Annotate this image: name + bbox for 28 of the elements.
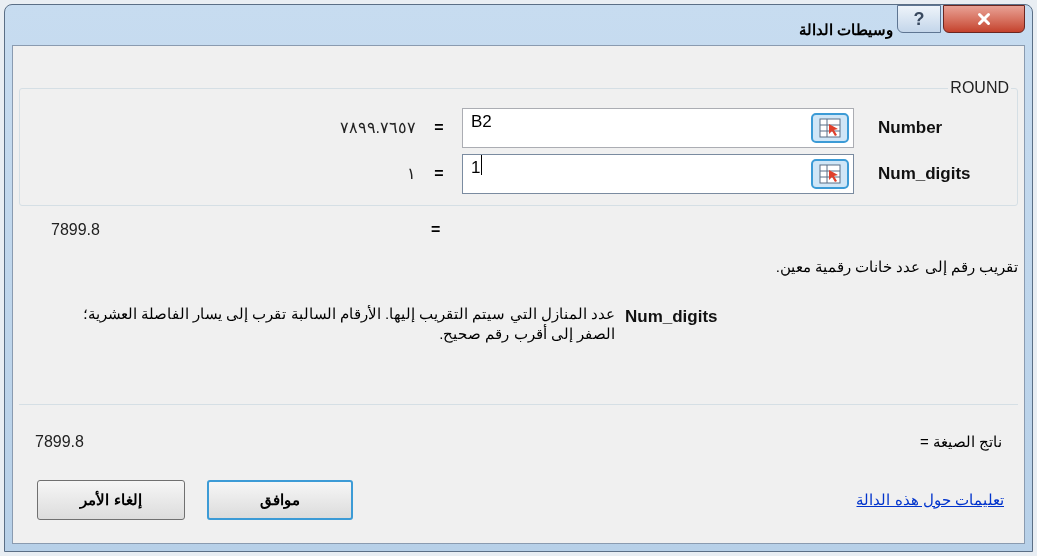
close-button[interactable] [943, 5, 1025, 33]
equals-sign: = [433, 118, 445, 138]
help-button[interactable]: ? [897, 5, 941, 33]
text-cursor [481, 155, 483, 175]
argument-help-label: Num_digits [625, 306, 718, 328]
window-title: وسيطات الدالة [798, 20, 893, 41]
argument-input[interactable]: B2 [462, 108, 854, 148]
cancel-button[interactable]: إلغاء الأمر [37, 480, 185, 520]
ok-button[interactable]: موافق [207, 480, 353, 520]
function-name: ROUND [949, 78, 1010, 98]
collapse-dialog-icon[interactable] [811, 113, 849, 143]
help-link[interactable]: تعليمات حول هذه الدالة [856, 488, 1004, 512]
argument-input[interactable]: 1 [462, 154, 854, 194]
formula-result-label: ناتج الصيغة = [919, 431, 1002, 453]
argument-result: ١ [406, 164, 416, 184]
formula-result-value: 7899.8 [35, 432, 84, 452]
argument-label: Num_digits [878, 163, 971, 186]
function-description: تقريب رقم إلى عدد خانات رقمية معين. [774, 257, 1018, 278]
input-value: B2 [471, 111, 492, 133]
argument-description: عدد المنازل التي سيتم التقريب إليها. الأرقام السالبة تقرب إلى يسار الفاصلة العشرية؛ الصفر إلى أقرب رقم صحيح. [81, 304, 615, 344]
equals-sign: = [433, 164, 445, 184]
equals-sign: = [431, 220, 441, 240]
argument-result: ٧٨٩٩.٧٦٥٧ [338, 118, 416, 138]
argument-label: Number [878, 117, 943, 140]
preview-value: 7899.8 [51, 220, 101, 240]
input-value: 1 [471, 157, 481, 179]
close-icon [975, 10, 993, 28]
collapse-dialog-icon[interactable] [811, 159, 849, 189]
